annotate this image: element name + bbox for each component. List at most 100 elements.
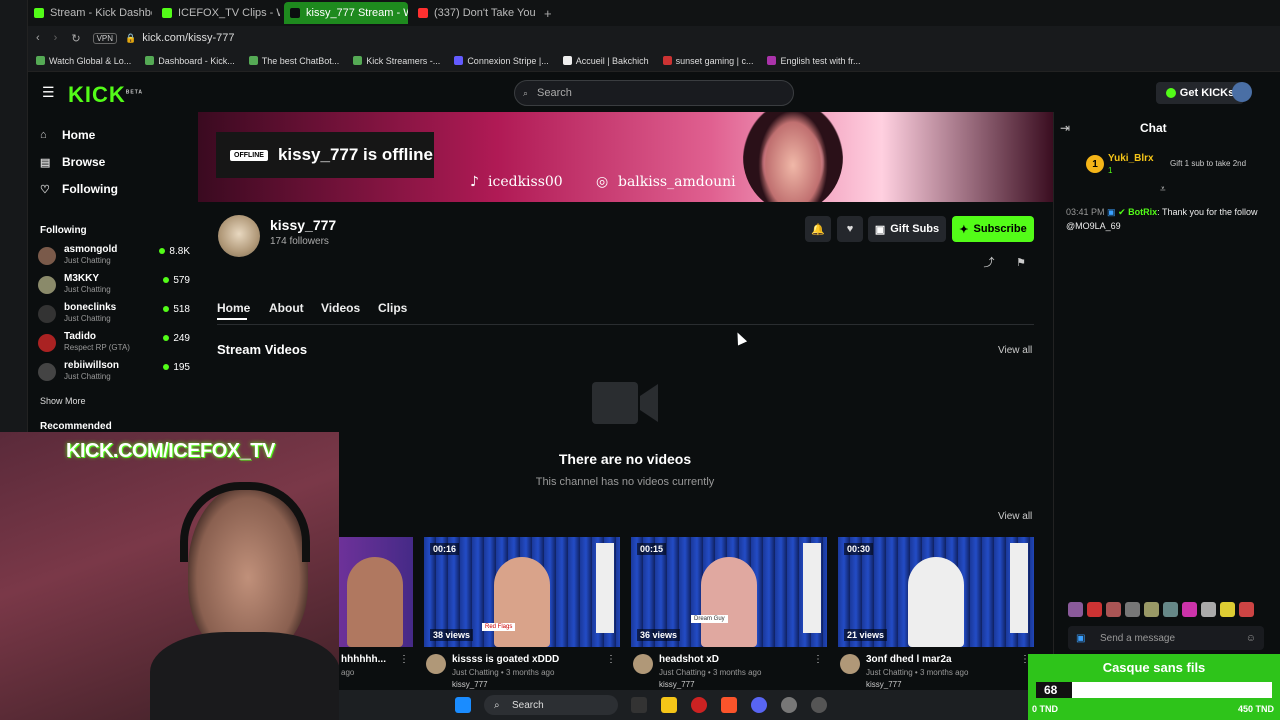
emote-icon[interactable] <box>1068 602 1083 617</box>
search-input[interactable]: ⌕ Search <box>514 80 794 106</box>
taskbar-search[interactable]: ⌕ Search <box>484 695 618 715</box>
clip-title[interactable]: headshot xD <box>659 654 719 665</box>
forward-icon[interactable]: › <box>54 32 58 44</box>
task-view-icon[interactable] <box>631 697 647 713</box>
clip-thumbnail[interactable]: Red Flags 00:16 38 views <box>424 537 620 647</box>
obs-icon[interactable] <box>811 697 827 713</box>
avatar[interactable] <box>633 654 653 674</box>
chat-message-user[interactable]: BotRix <box>1128 207 1157 217</box>
collapse-chat-icon[interactable]: ⇥ <box>1060 121 1070 135</box>
following-channel[interactable]: Tadido Respect RP (GTA) 249 <box>38 331 190 357</box>
emote-icon[interactable] <box>1106 602 1121 617</box>
emote-icon[interactable] <box>1182 602 1197 617</box>
heart-icon: ♥ <box>846 223 854 235</box>
banner-illustration-face <box>758 112 828 202</box>
share-icon[interactable]: ⤴ <box>981 254 997 270</box>
emote-icon[interactable] <box>1125 602 1140 617</box>
bookmark-label: Kick Streamers -... <box>366 55 441 66</box>
following-channel[interactable]: rebiiwillson Just Chatting 195 <box>38 360 190 386</box>
expand-icon[interactable]: ⩡ <box>1160 184 1166 195</box>
nav-following[interactable]: ♡ Following <box>40 182 118 196</box>
clip-user[interactable]: kissy_777 <box>659 680 695 689</box>
more-options-icon[interactable]: ⋮ <box>606 654 616 665</box>
bookmark[interactable]: Connexion Stripe |... <box>454 56 549 66</box>
channel-category: Respect RP (GTA) <box>64 343 130 352</box>
brave-icon[interactable] <box>721 697 737 713</box>
emote-icon[interactable] <box>1201 602 1216 617</box>
bookmark[interactable]: Watch Global & Lo... <box>36 56 131 66</box>
bookmark-label: The best ChatBot... <box>261 55 340 66</box>
chat-message-input[interactable]: ▣ Send a message ☺ <box>1068 626 1264 650</box>
url-field[interactable]: kick.com/kissy-777 <box>142 32 234 44</box>
bookmark[interactable]: English test with fr... <box>767 56 861 66</box>
viewer-count: 249 <box>163 333 190 344</box>
clip-thumbnail[interactable]: 00:30 21 views <box>838 537 1034 647</box>
clip-thumbnail[interactable]: Dream Guy 00:15 36 views <box>631 537 827 647</box>
reload-icon[interactable]: ↻ <box>71 32 80 45</box>
bookmark[interactable]: sunset gaming | c... <box>662 56 753 66</box>
tab-videos[interactable]: Videos <box>321 301 360 315</box>
browser-tab[interactable]: (337) Don't Take Your <box>412 2 536 24</box>
following-channel[interactable]: asmongold Just Chatting 8.8K <box>38 244 190 270</box>
browser-tab[interactable]: ICEFOX_TV Clips - Watch <box>156 2 280 24</box>
emote-icon[interactable] <box>1163 602 1178 617</box>
show-more-link[interactable]: Show More <box>40 396 86 406</box>
emote-icon[interactable] <box>1087 602 1102 617</box>
file-explorer-icon[interactable] <box>661 697 677 713</box>
gift-subs-button[interactable]: ▣ Gift Subs <box>868 216 946 242</box>
browser-tabbar: Stream - Kick Dashboard ICEFOX_TV Clips … <box>28 0 1280 26</box>
channel-avatar[interactable] <box>218 215 260 257</box>
clip-user[interactable]: kissy_777 <box>452 680 488 689</box>
video-camera-icon <box>592 382 658 424</box>
subscribe-button[interactable]: ✦ Subscribe <box>952 216 1034 242</box>
get-kicks-button[interactable]: Get KICKs <box>1156 82 1244 104</box>
opera-gx-icon[interactable] <box>691 697 707 713</box>
user-avatar[interactable] <box>1232 82 1252 102</box>
back-icon[interactable]: ‹ <box>36 32 40 44</box>
emoji-icon[interactable]: ☺ <box>1246 633 1256 644</box>
tab-about[interactable]: About <box>269 301 304 315</box>
bookmark[interactable]: The best ChatBot... <box>248 55 340 66</box>
bookmark[interactable]: Dashboard - Kick... <box>145 56 235 66</box>
channel-category: Just Chatting <box>64 285 111 294</box>
pinned-gifter-name[interactable]: Yuki_Blrx <box>1108 153 1154 164</box>
browser-tab[interactable]: Stream - Kick Dashboard <box>28 2 152 24</box>
emote-icon[interactable] <box>1220 602 1235 617</box>
nav-home[interactable]: ⌂ Home <box>40 128 95 142</box>
vpn-badge[interactable]: VPN <box>92 32 118 44</box>
tiktok-icon: ♪ <box>470 174 479 190</box>
avatar[interactable] <box>840 654 860 674</box>
tab-clips[interactable]: Clips <box>378 301 407 315</box>
following-channel[interactable]: boneclinks Just Chatting 518 <box>38 302 190 328</box>
report-user-icon[interactable]: ⚑ <box>1013 254 1029 270</box>
discord-icon[interactable] <box>751 697 767 713</box>
windows-start-icon[interactable] <box>455 697 471 713</box>
new-tab-icon[interactable]: + <box>544 6 552 21</box>
view-all-videos-link[interactable]: View all <box>998 345 1032 356</box>
avatar[interactable] <box>426 654 446 674</box>
browser-tab-active[interactable]: kissy_777 Stream - Watch <box>284 2 408 24</box>
emote-icon[interactable] <box>1239 602 1254 617</box>
follow-button[interactable]: ♥ <box>837 216 863 242</box>
menu-icon[interactable]: ☰ <box>42 84 55 101</box>
bookmark[interactable]: Kick Streamers -... <box>353 56 440 66</box>
app-icon[interactable] <box>781 697 797 713</box>
following-channel[interactable]: M3KKY Just Chatting 579 <box>38 273 190 299</box>
more-options-icon[interactable]: ⋮ <box>399 654 409 665</box>
get-kicks-label: Get KICKs <box>1179 87 1235 99</box>
emote-icon[interactable] <box>1144 602 1159 617</box>
channel-category: Just Chatting <box>64 372 111 381</box>
clip-title[interactable]: hhhhhh... <box>341 654 386 665</box>
clip-title[interactable]: 3onf dhed l mar2a <box>866 654 952 665</box>
kick-logo[interactable]: KICKBETA <box>68 82 143 108</box>
more-options-icon[interactable]: ⋮ <box>813 654 823 665</box>
notification-bell-button[interactable]: 🔔 <box>805 216 831 242</box>
bookmark[interactable]: Accueil | Bakchich <box>562 56 649 66</box>
tab-home[interactable]: Home <box>217 301 250 315</box>
clip-title[interactable]: kissss is goated xDDD <box>452 654 559 665</box>
nav-following-label: Following <box>62 182 118 196</box>
nav-browse[interactable]: ▤ Browse <box>40 155 105 169</box>
avatar <box>38 334 56 352</box>
view-all-clips-link[interactable]: View all <box>998 511 1032 522</box>
clip-user[interactable]: kissy_777 <box>866 680 902 689</box>
